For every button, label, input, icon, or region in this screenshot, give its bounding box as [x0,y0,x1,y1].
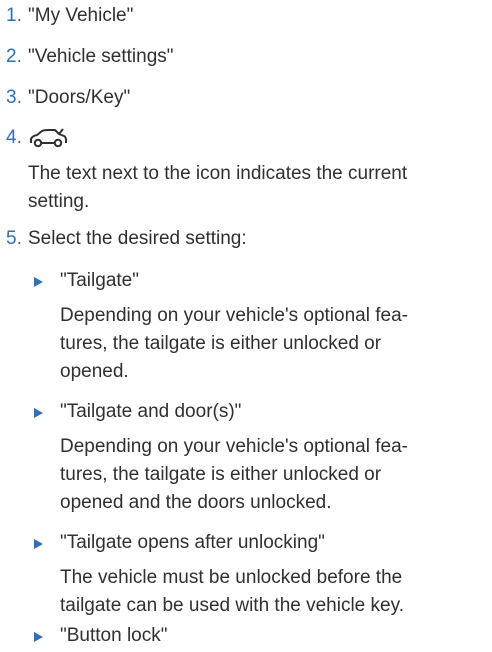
description-line: Depending on your vehicle's optional fea… [60,305,408,326]
description-line: opened. [60,361,129,382]
description-line: tures, the tailgate is either unlocked o… [60,333,382,354]
step-text: "Vehicle settings" [28,46,174,67]
option-description: Depending on your vehicle's optional fea… [60,433,490,517]
option-label: "Tailgate opens after unlocking" [60,532,325,553]
instruction-page: 1. "My Vehicle" 2. "Vehicle settings" 3.… [0,0,492,652]
step-2: 2. "Vehicle settings" [6,45,174,69]
step-text: "Doors/Key" [28,87,131,108]
option-tailgate-and-doors: "Tailgate and door(s)" [34,400,241,424]
triangle-bullet-icon [34,632,43,642]
step-number: 5. [6,228,22,249]
description-line: tailgate can be used with the vehicle ke… [60,595,404,616]
step-number: 4. [6,127,22,148]
step-number: 1. [6,5,22,26]
triangle-bullet-icon [34,408,43,418]
step-1: 1. "My Vehicle" [6,4,133,28]
car-tailgate-icon [28,128,68,148]
note-line: setting. [28,191,90,212]
step-number: 3. [6,87,22,108]
step-text: Select the desired setting: [28,228,247,249]
step-4-note: The text next to the icon indicates the … [28,160,488,216]
option-description: Depending on your vehicle's optional fea… [60,302,490,386]
option-tailgate-opens-after-unlocking: "Tailgate opens after unlocking" [34,531,325,555]
option-label: "Tailgate" [60,270,139,291]
note-line: The text next to the icon indicates the … [28,163,408,184]
option-tailgate: "Tailgate" [34,269,139,293]
step-3: 3. "Doors/Key" [6,86,130,110]
step-text: "My Vehicle" [28,5,134,26]
description-line: The vehicle must be unlocked before the [60,567,403,588]
description-line: opened and the doors unlocked. [60,492,332,513]
option-label: "Tailgate and door(s)" [60,401,242,422]
triangle-bullet-icon [34,277,43,287]
option-label: "Button lock" [60,625,168,646]
option-button-lock: "Button lock" [34,624,168,648]
step-number: 2. [6,46,22,67]
step-5: 5. Select the desired setting: [6,227,247,251]
triangle-bullet-icon [34,539,43,549]
description-line: tures, the tailgate is either unlocked o… [60,464,382,485]
step-4: 4. [6,126,68,150]
description-line: Depending on your vehicle's optional fea… [60,436,408,457]
option-description: The vehicle must be unlocked before the … [60,564,490,620]
